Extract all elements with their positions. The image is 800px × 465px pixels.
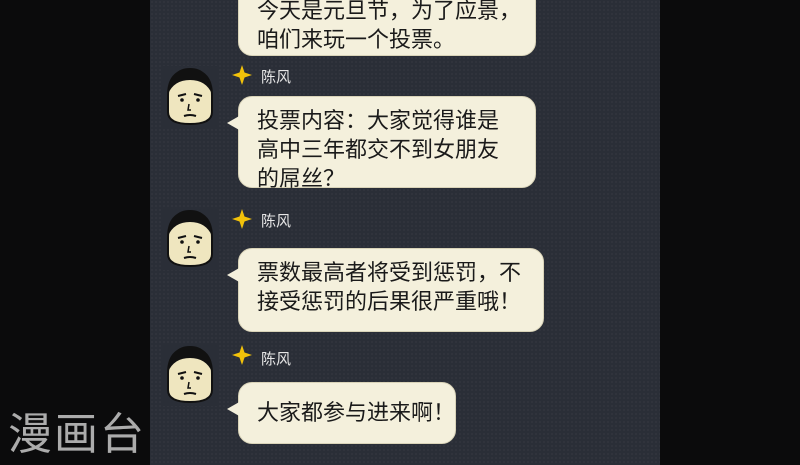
star-badge-icon xyxy=(232,345,252,365)
chat-bubble: 今天是元旦节，为了应景， 咱们来玩一个投票。 xyxy=(238,0,536,56)
avatar-face-icon xyxy=(162,66,218,128)
message-line: 高中三年都交不到女朋友 xyxy=(257,138,500,163)
chat-bubble: 大家都参与进来啊！ xyxy=(227,382,456,444)
avatar-face-icon xyxy=(162,344,218,406)
star-badge-icon xyxy=(232,65,252,85)
message-line: 票数最高者将受到惩罚，不 xyxy=(257,261,522,286)
message-line: 大家都参与进来啊！ xyxy=(257,401,456,426)
chat-bubble: 投票内容：大家觉得谁是 高中三年都交不到女朋友 的屌丝？ xyxy=(227,96,536,192)
star-badge-icon xyxy=(232,209,252,229)
watermark-logo: 漫画台 xyxy=(8,409,146,460)
message-line: 投票内容：大家觉得谁是 xyxy=(257,109,500,134)
chat-bubble: 票数最高者将受到惩罚，不 接受惩罚的后果很严重哦！ xyxy=(227,248,544,332)
sender-name: 陈风 xyxy=(261,350,292,368)
avatar-face-icon xyxy=(162,208,218,270)
message-line: 接受惩罚的后果很严重哦！ xyxy=(257,290,522,315)
message-line: 今天是元旦节，为了应景， xyxy=(257,0,522,24)
message-line: 咱们来玩一个投票。 xyxy=(257,28,456,53)
sender-name: 陈风 xyxy=(261,212,292,230)
message-line: 的屌丝？ xyxy=(257,167,346,192)
sender-name: 陈风 xyxy=(261,68,292,86)
